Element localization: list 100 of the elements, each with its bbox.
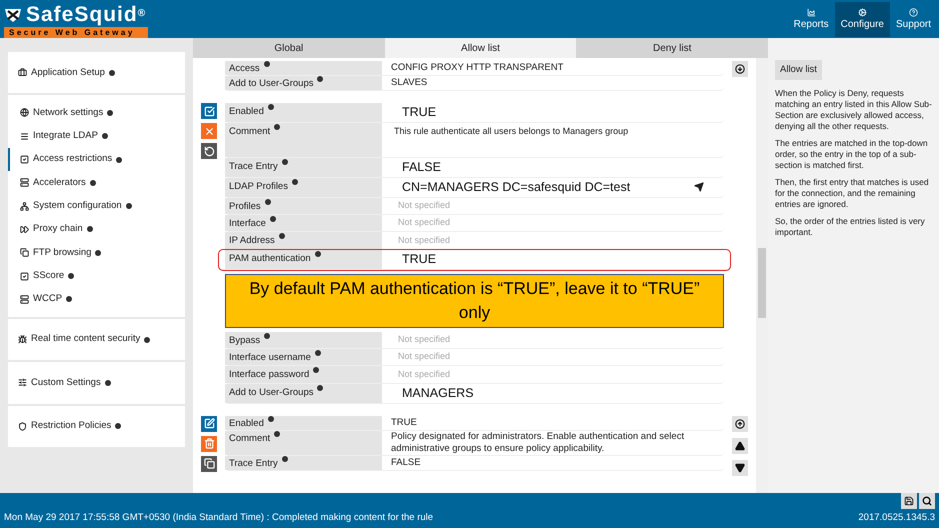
move-button[interactable] xyxy=(732,416,748,432)
field-label: Bypass xyxy=(225,332,382,348)
edit-icon xyxy=(204,418,214,429)
nav-tab[interactable]: Support xyxy=(890,2,937,37)
info-icon xyxy=(115,423,122,430)
copy-icon xyxy=(204,458,214,469)
search-button[interactable] xyxy=(919,492,935,509)
tab[interactable]: Allow list xyxy=(384,38,576,58)
sidebar-item[interactable]: FTP browsing xyxy=(8,241,185,264)
edit-button[interactable] xyxy=(201,416,217,432)
status-message: Mon May 29 2017 17:55:58 GMT+0530 (India Standard Time) : Completed making content for the rule xyxy=(4,510,434,525)
checkbox-icon xyxy=(20,155,29,164)
gear-icon xyxy=(858,8,867,16)
field-label: PAM authentication xyxy=(225,250,382,269)
sidebar-item[interactable]: Real time content security xyxy=(8,328,185,352)
move-button[interactable] xyxy=(732,61,748,77)
sidebar-item[interactable]: SScore xyxy=(8,264,185,288)
send-icon[interactable] xyxy=(694,182,704,192)
field-label: IP Address xyxy=(225,232,382,249)
shield-icon xyxy=(18,422,27,431)
info-icon xyxy=(102,133,108,140)
arrow-up-circle-icon xyxy=(735,418,745,428)
sliders-icon xyxy=(18,378,27,388)
field-value[interactable]: TRUE xyxy=(382,103,724,122)
sidebar-item[interactable]: Custom Settings xyxy=(8,371,185,395)
info-icon xyxy=(268,104,274,110)
info-icon xyxy=(314,350,321,356)
comment-field[interactable]: This rule authenticate all users belongs to Managers group xyxy=(382,123,724,158)
info-icon xyxy=(116,156,122,163)
help-paragraph: Then, the first entry that matches is used for the connection, and the remaining entries are ignored. xyxy=(775,177,930,210)
triangle-up-icon xyxy=(735,440,745,450)
close-button[interactable] xyxy=(201,123,217,140)
info-icon xyxy=(282,159,288,166)
field-label: Add to User-Groups xyxy=(225,384,382,402)
field-label: Profiles xyxy=(225,198,382,214)
server-icon xyxy=(20,294,29,304)
copy-icon xyxy=(20,248,29,258)
checkbox-icon xyxy=(20,272,29,281)
field-value[interactable]: CN=MANAGERS DC=safesquid DC=test xyxy=(382,178,724,197)
field-value[interactable]: FALSE xyxy=(382,158,724,177)
field-value: CONFIG PROXY HTTP TRANSPARENT xyxy=(390,61,564,76)
version-text: 2017.0525.1345.3 xyxy=(858,510,935,525)
info-icon xyxy=(317,76,324,82)
sidebar-item[interactable]: Access restrictions xyxy=(8,148,185,172)
sidebar-item[interactable]: Accelerators xyxy=(8,171,185,194)
field-label: LDAP Profiles xyxy=(225,178,382,197)
info-icon xyxy=(264,61,270,67)
info-icon xyxy=(274,124,280,130)
arrow-down-circle-icon xyxy=(735,64,745,74)
sidebar-item[interactable]: Proxy chain xyxy=(8,218,185,242)
trash-button[interactable] xyxy=(201,436,217,452)
info-icon xyxy=(282,456,288,462)
info-icon xyxy=(144,336,150,343)
tab[interactable]: Deny list xyxy=(576,38,768,58)
close-icon xyxy=(204,126,214,137)
save-button[interactable] xyxy=(901,492,917,509)
field-value[interactable]: TRUE xyxy=(382,250,724,269)
sidebar-item[interactable]: Restriction Policies xyxy=(8,414,185,438)
info-icon xyxy=(66,296,72,302)
search-icon xyxy=(922,496,932,506)
save-icon xyxy=(904,496,914,506)
logo-text: SafeSquid$^{®}$ xyxy=(26,4,146,25)
copy-button[interactable] xyxy=(201,456,217,472)
nav-tab[interactable]: Reports xyxy=(788,2,835,37)
info-icon xyxy=(314,250,321,257)
list-icon xyxy=(20,132,29,141)
help-paragraph: When the Policy is Deny, requests matching an entry listed in this Allow Sub-Section are exclusively allowed access, denying all the other requests. xyxy=(775,88,933,132)
info-icon xyxy=(292,178,298,185)
field-label: Trace Entry xyxy=(225,456,382,470)
field-label: Trace Entry xyxy=(225,158,382,177)
field-value: TRUE xyxy=(390,416,418,430)
tab[interactable]: Global xyxy=(193,38,385,58)
logo-tagline: Secure Web Gateway xyxy=(4,27,148,38)
sidebar-item[interactable]: Network settings xyxy=(8,101,185,125)
info-icon xyxy=(68,273,74,280)
undo-icon xyxy=(204,146,214,157)
help-title: Allow list xyxy=(775,60,822,80)
nav-tab[interactable]: Configure xyxy=(834,2,890,37)
globe-icon xyxy=(20,108,29,118)
field-label: Interface password xyxy=(225,366,382,383)
sidebar-item[interactable]: System configuration xyxy=(8,194,185,218)
field-label: Enabled xyxy=(225,416,382,430)
info-icon xyxy=(264,332,270,339)
checkbox-button[interactable] xyxy=(201,103,217,120)
sidebar-item[interactable]: Integrate LDAP xyxy=(8,124,185,148)
sidebar-item[interactable]: WCCP xyxy=(8,288,185,311)
info-icon xyxy=(278,233,285,240)
sidebar-item[interactable]: Application Setup xyxy=(8,61,185,84)
help-paragraph: The entries are matched in the top-down order, so the entry in the top of a sub-section is matched first. xyxy=(775,138,929,172)
field-value: Policy designated for administrators. Enable authentication and select administrative groups to ensure policy applicability. xyxy=(390,430,686,455)
move-button[interactable] xyxy=(732,460,748,476)
undo-button[interactable] xyxy=(201,143,217,160)
field-label: Interface xyxy=(225,214,382,232)
server-icon xyxy=(20,178,29,188)
move-button[interactable] xyxy=(732,438,748,454)
field-label: Access xyxy=(225,61,382,76)
scrollbar[interactable] xyxy=(756,58,768,493)
checkbox-icon xyxy=(204,106,214,117)
field-value: FALSE xyxy=(390,456,422,470)
field-value[interactable]: MANAGERS xyxy=(382,384,724,402)
